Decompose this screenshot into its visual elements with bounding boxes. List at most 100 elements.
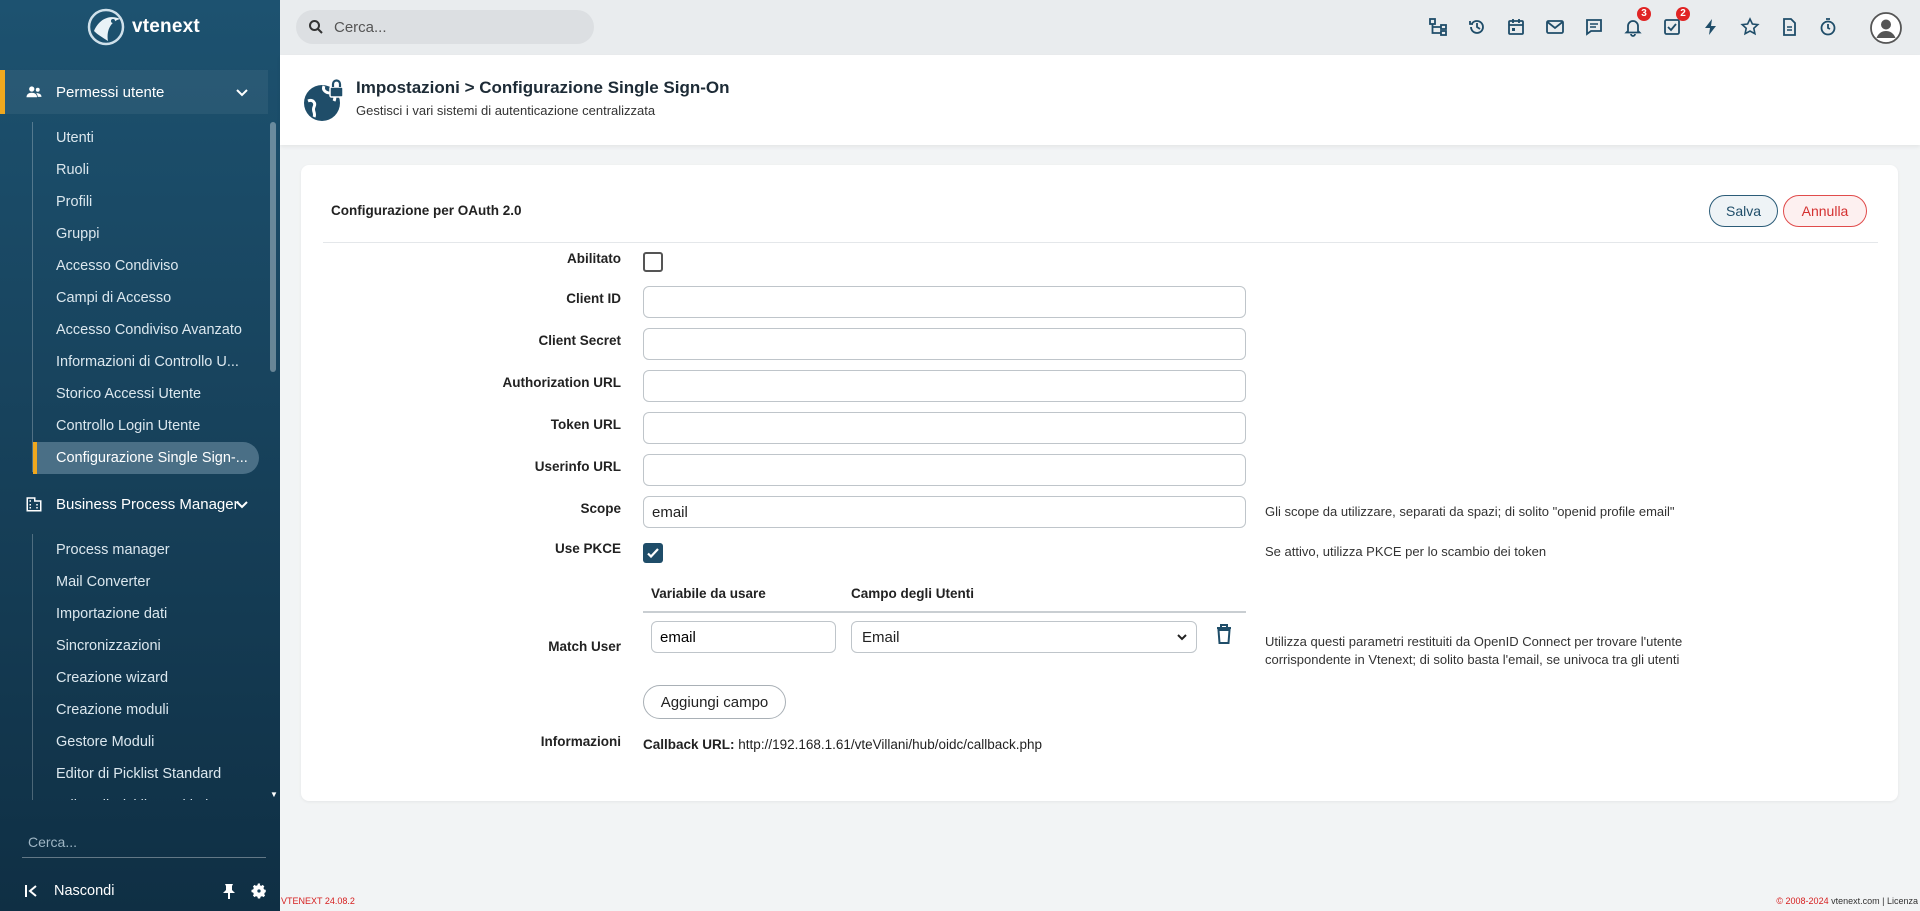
client-id-field[interactable] [643, 286, 1246, 318]
callback-url-label: Callback URL: [643, 737, 735, 752]
lightning-icon[interactable] [1699, 15, 1723, 39]
gear-icon[interactable] [250, 882, 268, 900]
star-icon[interactable] [1738, 15, 1762, 39]
checkmark-icon [647, 548, 659, 559]
copyright: © 2008-2024 vtenext.com | Licenza [1776, 896, 1918, 906]
save-button[interactable]: Salva [1709, 195, 1778, 227]
chevron-down-icon[interactable] [234, 496, 250, 512]
cancel-button[interactable]: Annulla [1783, 195, 1867, 227]
match-user-col-variable: Variabile da usare [651, 586, 766, 601]
avatar[interactable] [1870, 12, 1902, 44]
mail-icon[interactable] [1543, 15, 1567, 39]
sidebar-item-gestore-moduli[interactable]: Gestore Moduli [33, 726, 259, 758]
sidebar-item-accesso-condiviso-avanzato[interactable]: Accesso Condiviso Avanzato [33, 314, 259, 346]
sidebar-item-storico-accessi[interactable]: Storico Accessi Utente [33, 378, 259, 410]
client-secret-field[interactable] [643, 328, 1246, 360]
authorization-url-label: Authorization URL [502, 375, 621, 390]
globe-lock-icon [304, 79, 344, 121]
sidebar-item-importazione-dati[interactable]: Importazione dati [33, 598, 259, 630]
collapse-sidebar-icon[interactable] [24, 883, 40, 899]
sidebar-item-gruppi[interactable]: Gruppi [33, 218, 259, 250]
hierarchy-icon[interactable] [1426, 15, 1450, 39]
trash-icon[interactable] [1214, 622, 1234, 646]
bell-icon[interactable]: 3 [1621, 7, 1651, 39]
chevron-down-icon [1177, 634, 1187, 641]
sidebar-item-utenti[interactable]: Utenti [33, 122, 259, 154]
scope-label: Scope [580, 501, 621, 516]
copyright-years: © 2008-2024 [1776, 896, 1829, 906]
callback-url-value: http://192.168.1.61/vteVillani/hub/oidc/… [738, 737, 1043, 752]
sidebar-item-informazioni-controllo[interactable]: Informazioni di Controllo U... [33, 346, 259, 378]
page-title: Impostazioni > Configurazione Single Sig… [356, 78, 730, 97]
match-user-field-select[interactable]: Email [851, 621, 1197, 653]
pin-icon[interactable] [220, 882, 238, 900]
divider [323, 242, 1878, 243]
sidebar-item-configurazione-sso[interactable]: Configurazione Single Sign-... [33, 442, 259, 474]
sidebar-sublist-bpm: Process manager Mail Converter Importazi… [32, 534, 259, 800]
global-search[interactable] [296, 10, 594, 44]
history-icon[interactable] [1465, 15, 1489, 39]
match-user-variable-field[interactable] [651, 621, 836, 653]
document-icon[interactable] [1777, 15, 1801, 39]
sidebar-item-editor-picklist[interactable]: Editor di Picklist Standard [33, 758, 259, 790]
match-user-hint: Utilizza questi parametri restituiti da … [1265, 633, 1682, 669]
hide-sidebar-label[interactable]: Nascondi [54, 883, 114, 899]
client-secret-label: Client Secret [538, 333, 621, 348]
userinfo-url-field[interactable] [643, 454, 1246, 486]
scope-hint: Gli scope da utilizzare, separati da spa… [1265, 504, 1675, 519]
add-field-button[interactable]: Aggiungi campo [643, 685, 786, 719]
sidebar-item-profili[interactable]: Profili [33, 186, 259, 218]
abilitato-label: Abilitato [567, 251, 621, 266]
topbar: 3 2 [280, 0, 1920, 55]
chat-icon[interactable] [1582, 15, 1606, 39]
sidebar-section-business-process-manager[interactable]: Business Process Manager [0, 482, 268, 526]
callback-info: Callback URL: http://192.168.1.61/vteVil… [643, 737, 1042, 752]
sidebar-section-label: Permessi utente [56, 83, 165, 101]
logo-text: vtenext [132, 16, 200, 37]
license-link[interactable]: Licenza [1887, 896, 1918, 906]
sidebar-item-editor-picklist-multi[interactable]: Editor di Picklist Multi Li... [33, 790, 259, 800]
search-input[interactable] [334, 18, 574, 36]
authorization-url-field[interactable] [643, 370, 1246, 402]
sidebar-item-process-manager[interactable]: Process manager [33, 534, 259, 566]
match-user-field-value: Email [862, 628, 900, 646]
use-pkce-hint: Se attivo, utilizza PKCE per lo scambio … [1265, 544, 1547, 559]
informazioni-label: Informazioni [540, 734, 621, 749]
chevron-down-icon[interactable] [234, 84, 250, 100]
match-user-hint-line2: corrispondente in Vtenext; di solito bas… [1265, 652, 1680, 667]
tasks-icon[interactable]: 2 [1660, 7, 1690, 39]
sidebar-sublist-permessi: Utenti Ruoli Profili Gruppi Accesso Cond… [32, 122, 259, 474]
active-section-accent [0, 70, 5, 114]
users-icon [24, 82, 44, 102]
sidebar-item-controllo-login[interactable]: Controllo Login Utente [33, 410, 259, 442]
use-pkce-checkbox[interactable] [643, 543, 663, 563]
sidebar-scrollbar[interactable] [270, 122, 276, 372]
page-subtitle: Gestisci i vari sistemi di autenticazion… [356, 103, 656, 118]
scroll-down-arrow-icon[interactable]: ▼ [270, 790, 278, 799]
client-id-label: Client ID [566, 291, 621, 306]
sidebar-item-creazione-wizard[interactable]: Creazione wizard [33, 662, 259, 694]
userinfo-url-label: Userinfo URL [534, 459, 621, 474]
sidebar-item-creazione-moduli[interactable]: Creazione moduli [33, 694, 259, 726]
sidebar-footer: Nascondi [24, 878, 268, 904]
scope-field[interactable] [643, 496, 1246, 528]
sidebar-search-input[interactable] [22, 826, 266, 858]
sidebar-item-mail-converter[interactable]: Mail Converter [33, 566, 259, 598]
sidebar-item-ruoli[interactable]: Ruoli [33, 154, 259, 186]
abilitato-checkbox[interactable] [643, 252, 663, 272]
app-logo[interactable]: vtenext [86, 6, 200, 48]
match-user-hint-line1: Utilizza questi parametri restituiti da … [1265, 634, 1683, 649]
token-url-field[interactable] [643, 412, 1246, 444]
sidebar: vtenext Permessi utente Utenti Ruoli Pro… [0, 0, 280, 911]
sidebar-section-label: Business Process Manager [56, 495, 239, 513]
timer-icon[interactable] [1816, 15, 1840, 39]
use-pkce-label: Use PKCE [554, 541, 621, 556]
sidebar-item-accesso-condiviso[interactable]: Accesso Condiviso [33, 250, 259, 282]
sidebar-item-sincronizzazioni[interactable]: Sincronizzazioni [33, 630, 259, 662]
calendar-icon[interactable] [1504, 15, 1528, 39]
copyright-site[interactable]: vtenext.com [1831, 896, 1880, 906]
sidebar-item-campi-di-accesso[interactable]: Campi di Accesso [33, 282, 259, 314]
tasks-badge: 2 [1676, 7, 1690, 21]
sidebar-section-permessi-utente[interactable]: Permessi utente [0, 70, 268, 114]
building-icon [24, 494, 44, 514]
